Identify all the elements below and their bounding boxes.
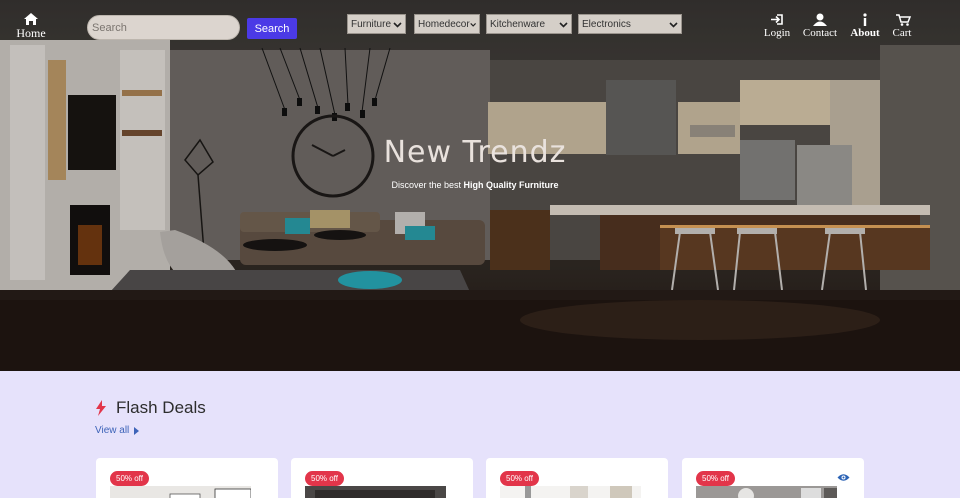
category-select-homedecor[interactable]: Homedecor — [414, 14, 480, 34]
hero-subtitle: Discover the best High Quality Furniture — [320, 180, 630, 190]
login-icon — [771, 14, 783, 25]
category-select-electronics[interactable]: Electronics — [578, 14, 682, 34]
hero-title: New Trendz — [383, 135, 567, 170]
select-value: Furniture — [351, 18, 392, 30]
discount-badge: 50% off — [110, 471, 149, 486]
chevron-down-icon — [559, 21, 568, 28]
cart-icon — [896, 14, 912, 26]
info-icon — [863, 13, 867, 26]
login-label: Login — [763, 27, 791, 39]
hero-subtitle-text: Discover the best — [391, 180, 461, 190]
product-image — [110, 486, 251, 498]
product-card[interactable]: 50% off — [682, 458, 864, 498]
select-value: Homedecor — [418, 18, 470, 30]
select-value: Electronics — [582, 18, 631, 30]
chevron-down-icon — [669, 21, 678, 28]
view-all-link[interactable]: View all — [95, 425, 140, 436]
discount-badge: 50% off — [696, 471, 735, 486]
search-button[interactable]: Search — [247, 18, 297, 39]
category-select-kitchenware[interactable]: Kitchenware — [486, 14, 572, 34]
cart-link[interactable]: Cart — [888, 12, 916, 39]
login-link[interactable]: Login — [760, 12, 794, 39]
contact-link[interactable]: Contact — [800, 12, 840, 39]
product-card[interactable]: 50% off — [96, 458, 278, 498]
home-icon — [24, 13, 38, 25]
discount-badge: 50% off — [500, 471, 539, 486]
bolt-icon — [96, 400, 106, 416]
select-value: Kitchenware — [490, 18, 546, 30]
user-icon — [813, 13, 827, 26]
flash-deals-header: Flash Deals — [95, 398, 206, 418]
product-image — [696, 486, 837, 498]
view-all-label: View all — [95, 425, 130, 436]
top-nav: Home Search Furniture Homedecor Kitchenw… — [0, 0, 960, 48]
product-image — [305, 486, 446, 498]
hero-subtitle-highlight: High Quality Furniture — [463, 180, 559, 190]
product-card[interactable]: 50% off — [486, 458, 668, 498]
chevron-down-icon — [470, 22, 476, 27]
search-input[interactable] — [87, 15, 240, 40]
flash-deals-title: Flash Deals — [116, 398, 206, 417]
about-label: About — [850, 27, 880, 39]
hero-banner: New Trendz Discover the best High Qualit… — [0, 0, 960, 371]
caret-right-icon — [134, 426, 140, 435]
product-card[interactable]: 50% off — [291, 458, 473, 498]
home-link[interactable]: Home — [14, 12, 48, 41]
product-image — [500, 486, 641, 498]
home-label: Home — [16, 26, 46, 40]
category-select-furniture[interactable]: Furniture — [347, 14, 406, 34]
cart-label: Cart — [892, 27, 912, 39]
chevron-down-icon — [393, 21, 402, 28]
about-link[interactable]: About — [848, 12, 882, 39]
discount-badge: 50% off — [305, 471, 344, 486]
contact-label: Contact — [802, 27, 838, 39]
eye-icon[interactable] — [837, 473, 850, 482]
